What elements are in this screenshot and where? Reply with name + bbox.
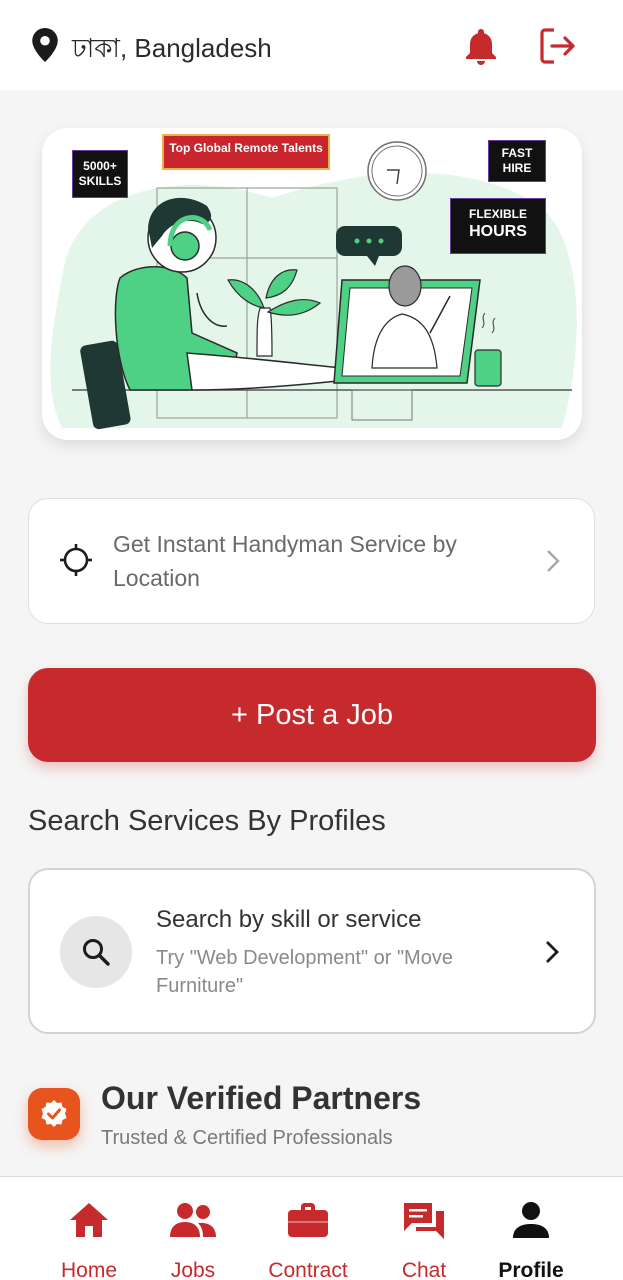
- nav-contract-label: Contract: [268, 1259, 348, 1280]
- nav-chat[interactable]: Chat: [382, 1177, 466, 1280]
- search-section-title: Search Services By Profiles: [28, 805, 386, 837]
- verified-badge-icon: [28, 1088, 80, 1140]
- skills-tag: 5000+ SKILLS: [72, 150, 128, 198]
- nav-home-label: Home: [60, 1259, 118, 1280]
- flexible-label: FLEXIBLE: [468, 207, 527, 221]
- bell-icon[interactable]: [463, 26, 499, 66]
- partners-title: Our Verified Partners: [101, 1080, 422, 1116]
- nav-jobs[interactable]: Jobs: [150, 1177, 236, 1280]
- crosshair-icon: [60, 544, 92, 576]
- chat-icon: [404, 1203, 444, 1239]
- nav-contract[interactable]: Contract: [258, 1177, 358, 1280]
- search-card-subtitle: Try "Web Development" or "Move Furniture…: [156, 947, 453, 997]
- people-icon: [170, 1203, 216, 1237]
- nav-profile-label: Profile: [498, 1259, 564, 1280]
- fast-hire-tag: FAST HIRE: [488, 140, 546, 182]
- location-service-text: Get Instant Handyman Service by Location: [113, 531, 457, 591]
- post-job-button[interactable]: + Post a Job: [28, 668, 596, 762]
- home-icon: [70, 1203, 108, 1237]
- search-icon-circle: [60, 916, 132, 988]
- search-icon: [83, 939, 110, 966]
- talents-tag: Top Global Remote Talents: [162, 134, 330, 170]
- chevron-right-icon: [546, 941, 559, 963]
- hours-label: HOURS: [469, 223, 527, 240]
- bottom-navigation: Home Jobs Contract Chat Profile: [0, 1176, 623, 1280]
- partners-subtitle: Trusted & Certified Professionals: [101, 1127, 393, 1149]
- top-bar: ঢাকা, Bangladesh: [0, 0, 623, 90]
- map-pin-icon[interactable]: [32, 28, 58, 62]
- nav-home[interactable]: Home: [40, 1177, 138, 1280]
- nav-jobs-label: Jobs: [170, 1259, 216, 1280]
- flexible-hours-tag: FLEXIBLE HOURS: [450, 198, 546, 254]
- promo-banner[interactable]: 5000+ SKILLS Top Global Remote Talents F…: [42, 128, 582, 440]
- current-location[interactable]: ঢাকা, Bangladesh: [72, 28, 272, 72]
- logout-icon[interactable]: [538, 27, 578, 65]
- search-services-card[interactable]: Search by skill or service Try "Web Deve…: [28, 868, 596, 1034]
- person-icon: [513, 1202, 549, 1238]
- nav-chat-label: Chat: [401, 1259, 447, 1280]
- nav-profile[interactable]: Profile: [488, 1177, 574, 1280]
- search-card-title: Search by skill or service: [156, 906, 422, 933]
- chevron-right-icon: [547, 550, 560, 572]
- briefcase-icon: [288, 1203, 328, 1237]
- location-service-card[interactable]: Get Instant Handyman Service by Location: [28, 498, 595, 624]
